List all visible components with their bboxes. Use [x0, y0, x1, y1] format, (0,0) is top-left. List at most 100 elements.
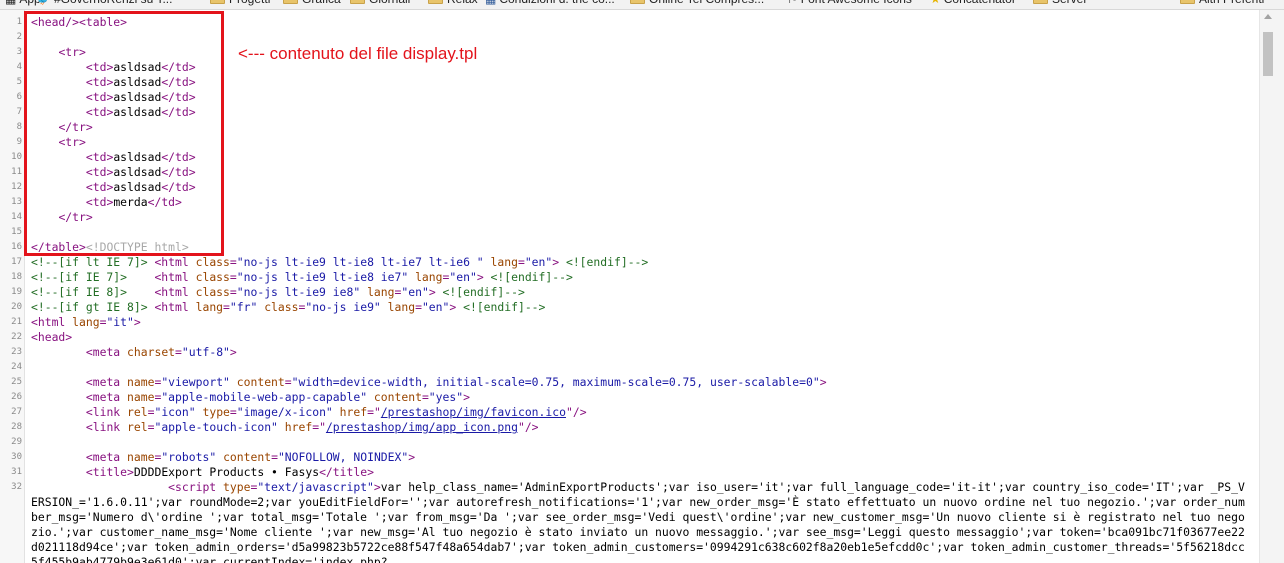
- bookmark-item[interactable]: Online Tel Compres...: [630, 0, 764, 7]
- code-token: <!--[if IE 7]>: [31, 270, 155, 284]
- bookmark-item[interactable]: Server: [1033, 0, 1087, 7]
- code-token: lang: [367, 285, 395, 299]
- code-token: <link: [85, 405, 128, 419]
- code-token: =: [229, 285, 237, 299]
- code-line: <!--[if IE 7]> <html class="no-js lt-ie9…: [31, 270, 573, 285]
- code-token: <![endif]-->: [565, 255, 649, 269]
- code-token: class: [195, 285, 230, 299]
- code-line: <link rel="apple-touch-icon" href="/pres…: [31, 420, 539, 435]
- code-token: name: [127, 450, 155, 464]
- code-token: lang: [490, 255, 518, 269]
- code-token: <head/><table>: [31, 15, 128, 29]
- vertical-scrollbar[interactable]: [1259, 10, 1284, 563]
- code-line: <!--[if gt IE 8]> <html lang="fr" class=…: [31, 300, 545, 315]
- line-number: 8: [16, 122, 22, 132]
- bookmark-item[interactable]: Progetti: [210, 0, 270, 7]
- code-token: "yes": [428, 390, 464, 404]
- code-token: <td>: [85, 165, 114, 179]
- bookmark-label: Online Tel Compres...: [649, 0, 764, 6]
- code-token: "utf-8": [181, 345, 230, 359]
- folder-icon: [630, 0, 645, 4]
- bookmark-label: Altri Preferiti: [1199, 0, 1264, 6]
- code-token: <!--[if gt IE 8]>: [31, 300, 155, 314]
- bookmark-item[interactable]: ▦Condizioni d. the co...: [485, 0, 615, 7]
- code-token: lang: [195, 300, 224, 314]
- code-token: </tr>: [58, 210, 93, 224]
- code-token: content: [223, 450, 272, 464]
- code-token: =: [415, 300, 422, 314]
- line-number: 15: [11, 227, 22, 237]
- bookmark-label: Giornali: [369, 0, 410, 6]
- code-token: </td>: [161, 150, 196, 164]
- code-token: >: [229, 345, 237, 359]
- code-token: "fr": [229, 300, 258, 314]
- line-number: 10: [11, 152, 22, 162]
- code-token: <td>: [85, 150, 114, 164]
- code-token: >: [133, 315, 141, 329]
- line-number: 4: [16, 62, 22, 72]
- code-token: content: [236, 375, 285, 389]
- line-number: 3: [16, 47, 22, 57]
- code-token: rel: [127, 420, 148, 434]
- code-token: =: [223, 300, 230, 314]
- star-icon: ★: [930, 0, 941, 7]
- code-token: lang: [387, 300, 416, 314]
- bookmark-item[interactable]: Giornali: [350, 0, 410, 7]
- code-line: <!--[if lt IE 7]> <html class="no-js lt-…: [31, 255, 648, 270]
- line-number: 6: [16, 92, 22, 102]
- code-token: </table>: [31, 240, 86, 254]
- code-token: =: [229, 405, 237, 419]
- code-token: <html: [154, 270, 196, 284]
- code-line: <td>asldsad</td>: [31, 75, 196, 90]
- source-link[interactable]: /prestashop/img/app_icon.png: [326, 420, 518, 434]
- bookmark-item[interactable]: Altri Preferiti: [1180, 0, 1264, 7]
- code-token: "no-js lt-ie9 lt-ie8 lt-ie7 lt-ie6 ": [236, 255, 484, 269]
- line-number: 7: [16, 107, 22, 117]
- bookmark-item[interactable]: ★Concatenator: [930, 0, 1016, 7]
- code-line: <td>asldsad</td>: [31, 105, 196, 120]
- code-token: "text/javascript": [257, 480, 374, 494]
- bookmark-item[interactable]: Relax: [428, 0, 478, 7]
- code-token: lang: [72, 315, 100, 329]
- bookmark-item[interactable]: 🐦#GovernoRenzi su T...: [36, 0, 172, 7]
- code-token: <tr>: [58, 45, 86, 59]
- code-token: >: [819, 375, 827, 389]
- code-line: </tr>: [31, 210, 93, 225]
- source-view: 1 2 3 4 5 6 7 8 9 10 11 12 13 14 15 16 17 18 19 20 21 22 23 24 2…: [0, 10, 1259, 563]
- bookmark-item[interactable]: Grafica: [283, 0, 341, 7]
- code-token: href: [339, 405, 368, 419]
- code-line: </tr>: [31, 120, 92, 135]
- code-line: <tr>: [31, 135, 85, 150]
- code-line-wrapped: <script type="text/javascript">var help_…: [31, 480, 1249, 563]
- code-token: <!--[if IE 8]>: [31, 285, 155, 299]
- bookmark-label: #GovernoRenzi su T...: [54, 0, 173, 6]
- code-token: >: [408, 450, 416, 464]
- code-token: <html: [31, 315, 73, 329]
- code-token: <meta: [85, 390, 128, 404]
- bookmark-item[interactable]: ⚑Font Awesome Icons: [787, 0, 912, 7]
- scroll-up-arrow-icon[interactable]: [1264, 14, 1272, 19]
- code-token: "/>: [517, 420, 539, 434]
- code-token: <!DOCTYPE html>: [85, 240, 189, 254]
- code-token: <meta: [85, 450, 128, 464]
- code-token: "no-js lt-ie9 ie8": [236, 285, 361, 299]
- line-number: 2: [16, 32, 22, 42]
- code-token: "en": [421, 300, 450, 314]
- code-line: <meta name = "apple-mobile-web-app-capable…: [31, 390, 470, 405]
- code-token: "no-js lt-ie9 lt-ie8 ie7": [236, 270, 409, 284]
- code-token: "icon": [154, 405, 196, 419]
- folder-icon: [428, 0, 443, 4]
- line-number: 19: [11, 287, 22, 297]
- code-token: "image/x-icon": [236, 405, 333, 419]
- scroll-thumb[interactable]: [1263, 32, 1273, 76]
- source-link[interactable]: /prestashop/img/favicon.ico: [381, 405, 566, 419]
- line-number: 17: [11, 257, 22, 267]
